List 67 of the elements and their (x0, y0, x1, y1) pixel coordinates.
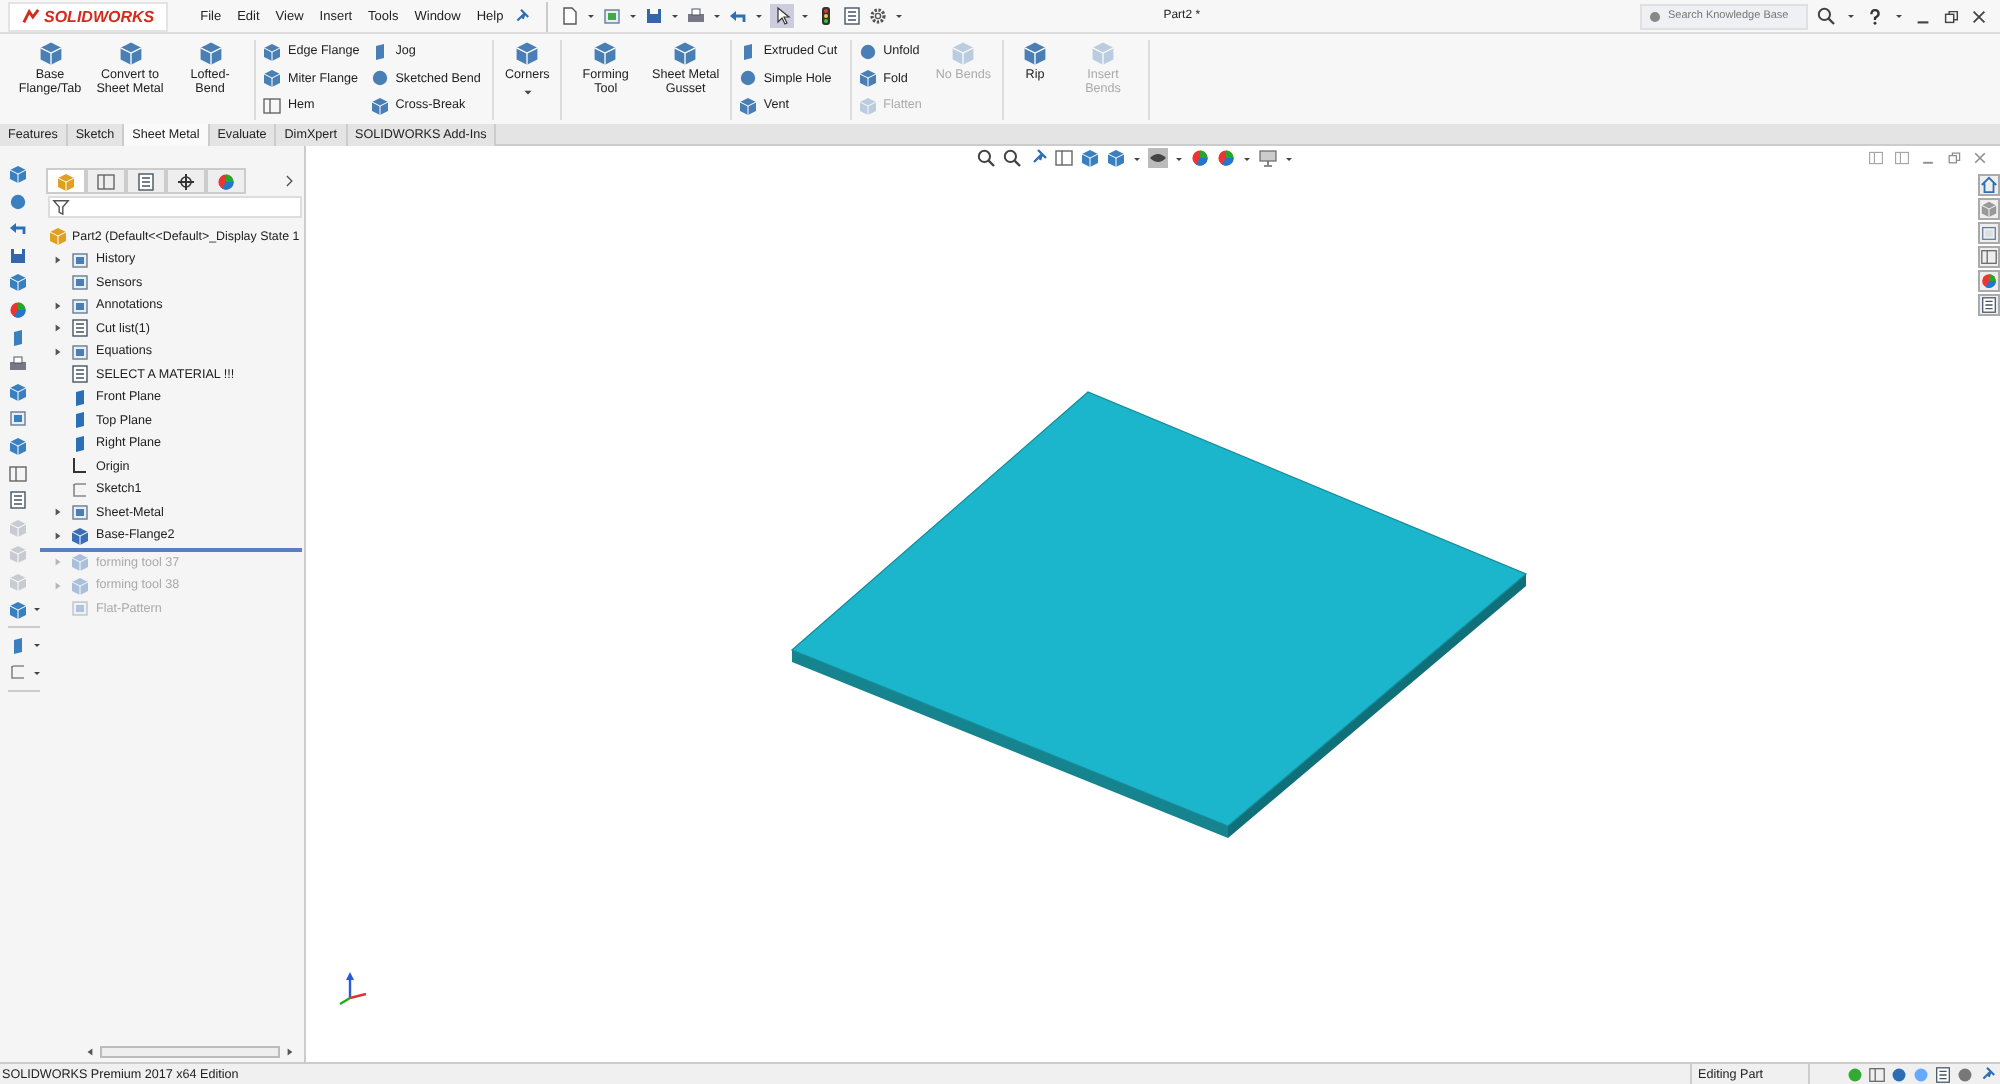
ime-icon[interactable] (1868, 1065, 1886, 1083)
folder-icon (70, 272, 90, 293)
settings-icon[interactable] (867, 6, 888, 26)
search-icon[interactable] (1816, 6, 1836, 26)
feature-icon (70, 575, 90, 596)
plane-icon (70, 387, 90, 408)
caret-icon[interactable] (32, 604, 42, 614)
pointer-icon[interactable] (771, 6, 792, 26)
home-icon[interactable] (1978, 174, 2000, 196)
panel-icon[interactable] (1868, 150, 1884, 166)
caret-icon[interactable] (1132, 153, 1142, 163)
feature-icon (70, 552, 90, 573)
pin-icon[interactable] (511, 7, 530, 25)
feature-icon (70, 525, 90, 546)
caret-icon[interactable] (1284, 153, 1294, 163)
zoom-icon[interactable] (976, 148, 996, 168)
scroll-left-icon[interactable] (84, 1046, 96, 1058)
appearance-icon[interactable] (216, 171, 236, 191)
app-logo: SOLIDWORKS (8, 1, 169, 31)
material-icon (70, 364, 90, 385)
hide-show-icon[interactable] (1148, 148, 1168, 168)
property-icon[interactable] (96, 171, 116, 191)
view-orientation-icon[interactable] (1080, 148, 1100, 168)
chevron-icon[interactable] (282, 174, 296, 188)
caret-icon[interactable] (1174, 153, 1184, 163)
part-icon (48, 226, 68, 246)
new-document-icon[interactable] (559, 6, 580, 26)
zoom-area-icon[interactable] (1002, 148, 1022, 168)
crosshair-icon[interactable] (176, 171, 196, 191)
plane-icon (70, 410, 90, 431)
monitor-icon[interactable] (1258, 148, 1278, 168)
folder-icon[interactable] (1978, 222, 2000, 244)
print-icon[interactable] (685, 6, 706, 26)
scroll-right-icon[interactable] (284, 1046, 296, 1058)
palette-icon[interactable] (1978, 246, 2000, 268)
axis-triad-icon (339, 972, 367, 1006)
undo-icon[interactable] (727, 6, 748, 26)
folder-icon (70, 249, 90, 270)
folder-icon (70, 295, 90, 316)
save-icon[interactable] (643, 6, 664, 26)
section-view-icon[interactable] (1054, 148, 1074, 168)
folder-icon (70, 341, 90, 362)
plane-icon (70, 433, 90, 454)
configuration-icon[interactable] (136, 171, 156, 191)
folder-icon (70, 502, 90, 523)
caret-icon[interactable] (521, 86, 534, 98)
display-style-icon[interactable] (1106, 148, 1126, 168)
help-icon[interactable] (1866, 7, 1884, 25)
list-icon[interactable] (841, 6, 862, 26)
restore-icon[interactable] (1942, 7, 1960, 25)
appearance-icon[interactable] (1978, 270, 2000, 292)
scene-icon[interactable] (1216, 148, 1236, 168)
horizontal-scrollbar[interactable] (100, 1046, 280, 1058)
properties-icon[interactable] (1978, 294, 2000, 316)
sketch-icon (70, 479, 90, 500)
list-icon (70, 318, 90, 339)
origin-icon (70, 456, 90, 477)
filter-icon (52, 198, 70, 216)
parts-icon[interactable] (1978, 198, 2000, 220)
close-icon[interactable] (1970, 7, 1988, 25)
dot-icon[interactable] (1912, 1065, 1930, 1083)
caret-icon[interactable] (1242, 153, 1252, 163)
appearance-icon[interactable] (1190, 148, 1210, 168)
expand-arrow-icon[interactable] (52, 253, 64, 266)
folder-icon (70, 598, 90, 619)
panel-icon[interactable] (1894, 150, 1910, 166)
filter-field[interactable] (48, 196, 302, 218)
